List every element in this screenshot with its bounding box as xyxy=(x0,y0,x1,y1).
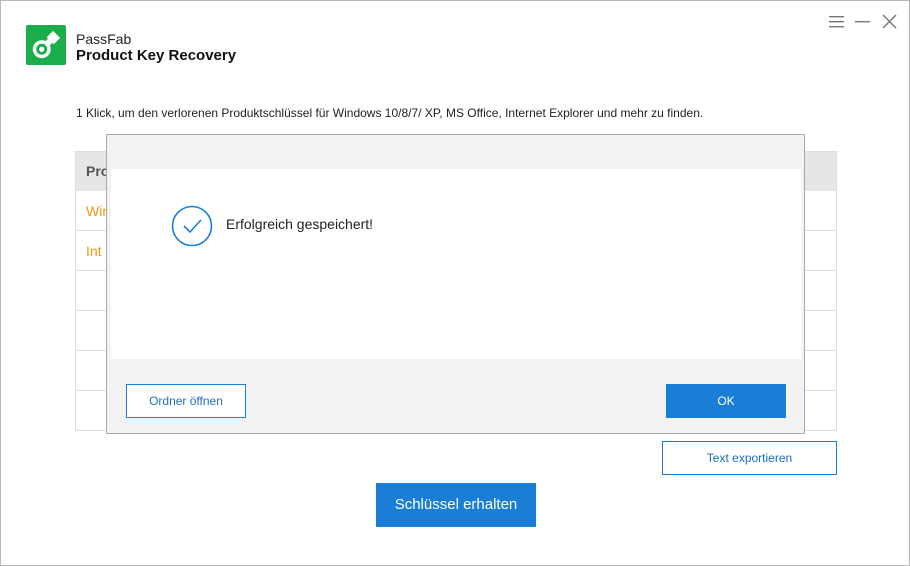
success-dialog: Erfolgreich gespeichert! Ordner öffnen O… xyxy=(106,134,805,434)
ok-button[interactable]: OK xyxy=(666,384,786,418)
key-logo-icon xyxy=(32,30,61,59)
hamburger-menu-icon[interactable] xyxy=(827,13,847,31)
success-check-icon xyxy=(171,205,213,247)
table-cell: Int xyxy=(86,243,102,259)
app-window: PassFab Product Key Recovery 1 Klick, um… xyxy=(0,0,910,566)
dialog-body: Erfolgreich gespeichert! xyxy=(111,169,801,359)
export-text-button[interactable]: Text exportieren xyxy=(662,441,837,475)
app-logo xyxy=(26,25,66,65)
description-text: 1 Klick, um den verlorenen Produktschlüs… xyxy=(76,106,704,120)
dialog-message: Erfolgreich gespeichert! xyxy=(226,216,374,232)
open-folder-button[interactable]: Ordner öffnen xyxy=(126,384,246,418)
brand-name: PassFab xyxy=(76,31,132,47)
product-name: Product Key Recovery xyxy=(76,47,237,64)
get-key-button[interactable]: Schlüssel erhalten xyxy=(376,483,536,527)
minimize-icon[interactable] xyxy=(853,13,873,31)
close-icon[interactable] xyxy=(880,13,900,31)
